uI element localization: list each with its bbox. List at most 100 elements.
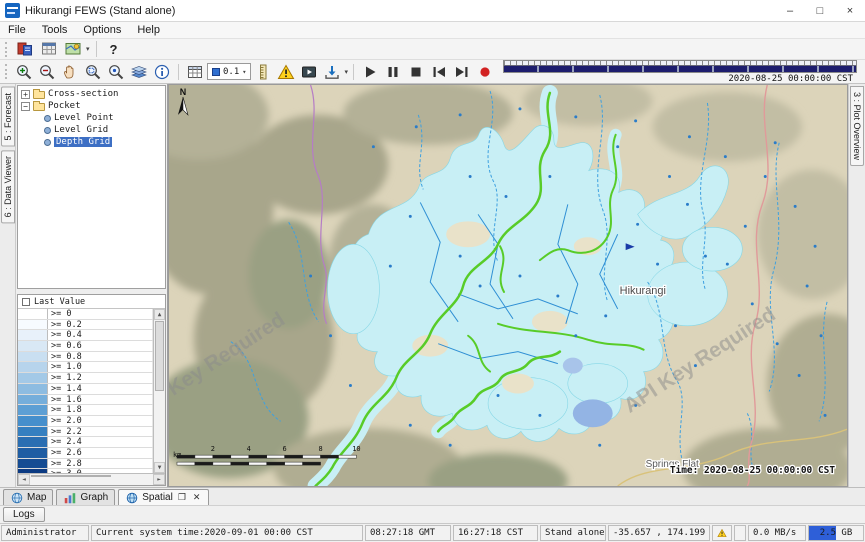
legend-row: >= 2.0 (18, 416, 153, 427)
tab-graph[interactable]: Graph (56, 489, 115, 505)
app-icon (5, 3, 20, 18)
scroll-down-icon[interactable]: ▼ (154, 462, 165, 473)
legend-panel: Last Value >= 0 >= 0.2 >= 0.4 >= 0.6 >= … (17, 294, 166, 486)
status-local-time: 16:27:18 CST (453, 525, 538, 541)
zoom-in-icon[interactable] (13, 62, 35, 82)
minimize-button[interactable]: – (775, 0, 805, 21)
scroll-right-icon[interactable]: ► (153, 474, 165, 485)
legend-row: >= 2.4 (18, 437, 153, 448)
folder-icon (33, 91, 45, 99)
legend-row: >= 0.4 (18, 330, 153, 341)
tab-spatial[interactable]: Spatial ❐ ✕ (118, 489, 209, 505)
tree-item-label: Pocket (48, 101, 81, 111)
skip-end-icon[interactable] (451, 62, 473, 82)
tree-item-pocket[interactable]: − Pocket (18, 100, 165, 112)
logs-button[interactable]: Logs (3, 507, 45, 522)
animation-icon[interactable] (298, 62, 320, 82)
tree-item-label: Level Point (54, 113, 114, 123)
legend-row: >= 0.2 (18, 320, 153, 331)
expand-icon[interactable]: + (21, 90, 30, 99)
legend-row: >= 0.6 (18, 341, 153, 352)
tree-item-level-point[interactable]: Level Point (18, 112, 165, 124)
warning-icon[interactable] (275, 62, 297, 82)
layer-tree: + Cross-section − Pocket Level Point Lev… (17, 85, 166, 289)
scrollbar-thumb[interactable] (155, 321, 164, 391)
grid-icon[interactable] (184, 62, 206, 82)
explorer-icon[interactable] (14, 39, 36, 59)
toolbar-grip (5, 64, 9, 79)
scroll-up-icon[interactable]: ▲ (154, 309, 165, 320)
scrollbar-thumb[interactable] (31, 475, 111, 477)
status-user: Administrator (1, 525, 89, 541)
bottom-tab-bar: Map Graph Spatial ❐ ✕ (0, 487, 865, 505)
panel-restore-icon[interactable]: ❐ (176, 492, 188, 503)
maximize-button[interactable]: □ (805, 0, 835, 21)
status-coordinates: -35.657 , 174.199 (608, 525, 710, 541)
svg-text:2: 2 (211, 445, 215, 453)
tab-label: Spatial (142, 492, 173, 503)
timeline-slider[interactable] (503, 60, 857, 73)
toolbar-separator (353, 64, 354, 80)
panel-close-icon[interactable]: ✕ (191, 492, 203, 503)
sidebar-tab-data-viewer[interactable]: 6 : Data Viewer (1, 150, 15, 223)
import-caret-icon[interactable]: ▾ (344, 68, 348, 76)
tree-item-depth-grid[interactable]: Depth Grid (18, 136, 165, 148)
help-icon[interactable]: ? (103, 39, 125, 59)
legend-row: >= 0 (18, 309, 153, 320)
stop-icon[interactable] (405, 62, 427, 82)
chevron-down-icon: ▾ (242, 68, 246, 76)
legend-row: >= 2.2 (18, 427, 153, 438)
legend-row: >= 1.6 (18, 395, 153, 406)
pan-icon[interactable] (59, 62, 81, 82)
info-icon[interactable] (151, 62, 173, 82)
zoom-out-icon[interactable] (36, 62, 58, 82)
tab-map[interactable]: Map (3, 489, 53, 505)
play-icon[interactable] (359, 62, 381, 82)
last-value-checkbox[interactable] (22, 298, 30, 306)
grid-display-icon[interactable] (38, 39, 60, 59)
main-toolbar: ▾ ? (0, 39, 865, 60)
legend-row: >= 2.8 (18, 459, 153, 470)
skip-start-icon[interactable] (428, 62, 450, 82)
import-icon[interactable] (321, 62, 343, 82)
resolution-dropdown[interactable]: 0.1 ▾ (207, 63, 251, 80)
tree-item-cross-section[interactable]: + Cross-section (18, 88, 165, 100)
scroll-left-icon[interactable]: ◄ (18, 474, 30, 485)
menu-options[interactable]: Options (75, 23, 129, 37)
toolbar-separator (96, 41, 97, 57)
pause-icon[interactable] (382, 62, 404, 82)
sidebar-tab-plot-overview[interactable]: 3 : Plot Overview (850, 86, 864, 166)
timeline-bar[interactable] (504, 65, 856, 72)
menu-file[interactable]: File (0, 23, 34, 37)
legend-horizontal-scrollbar[interactable]: ◄ ► (18, 473, 165, 485)
legend-row: >= 0.8 (18, 352, 153, 363)
status-system-time: Current system time:2020-09-01 00:00 CST (91, 525, 363, 541)
tree-item-level-grid[interactable]: Level Grid (18, 124, 165, 136)
main-area: 5 : Forecast 6 : Data Viewer + Cross-sec… (0, 84, 865, 487)
svg-text:8: 8 (318, 445, 322, 453)
status-warning-icon[interactable] (712, 525, 732, 541)
logs-row: Logs (0, 505, 865, 523)
map-display-caret-icon[interactable]: ▾ (86, 45, 90, 53)
legend-vertical-scrollbar[interactable]: ▲ ▼ (153, 309, 165, 473)
tree-item-label: Level Grid (54, 125, 108, 135)
close-button[interactable]: × (835, 0, 865, 21)
legend-row: >= 1.0 (18, 362, 153, 373)
menu-help[interactable]: Help (129, 23, 168, 37)
title-bar: Hikurangi FEWS (Stand alone) – □ × (0, 0, 865, 22)
north-label: N (180, 87, 186, 97)
collapse-icon[interactable]: − (21, 102, 30, 111)
status-gmt-time: 08:27:18 GMT (365, 525, 451, 541)
layers-icon[interactable] (128, 62, 150, 82)
layer-node-icon (44, 115, 51, 122)
sidebar-tab-forecast[interactable]: 5 : Forecast (1, 87, 15, 147)
zoom-extent-icon[interactable] (105, 62, 127, 82)
status-download-speed: 0.0 MB/s (748, 525, 806, 541)
record-icon[interactable] (474, 62, 496, 82)
profile-ruler-icon[interactable] (252, 62, 274, 82)
map-display-icon[interactable] (62, 39, 84, 59)
tab-label: Map (27, 492, 46, 503)
menu-tools[interactable]: Tools (34, 23, 76, 37)
zoom-selection-icon[interactable] (82, 62, 104, 82)
map-canvas[interactable]: API Key Required API Key Required Hikura… (168, 84, 848, 487)
